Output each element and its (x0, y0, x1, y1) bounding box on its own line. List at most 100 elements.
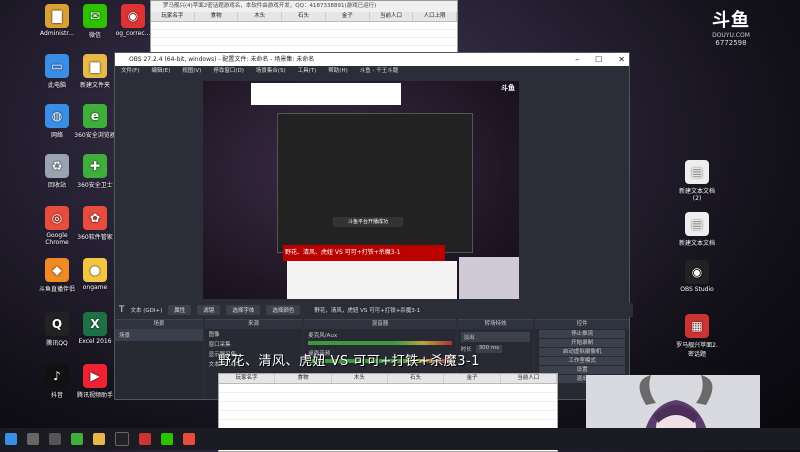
desktop-icon-label: OBS Studio (680, 286, 714, 293)
app-icon: ● (83, 258, 107, 282)
app-icon: ✚ (83, 154, 107, 178)
obs-title-bar: OBS 27.2.4 (64-bit, windows) - 配置文件: 未命名… (115, 53, 629, 66)
mixer-track-mic: 麦克风/Aux (304, 329, 455, 347)
transition-select[interactable]: 淡出 (460, 332, 531, 342)
obs-taskbar-icon[interactable] (115, 432, 129, 446)
browser-taskbar-icon[interactable] (71, 433, 83, 445)
menu-item[interactable]: 停靠窗口(D) (213, 66, 244, 77)
stats-column-headers: 玩家名字 食物 木头 石头 金子 当前人口 人口上限 (151, 12, 458, 22)
mixer-meter (308, 341, 452, 345)
control-button[interactable]: 启动虚拟摄像机 (539, 348, 625, 356)
app-icon: ▶ (83, 364, 107, 388)
obs-title-text: OBS 27.2.4 (64-bit, windows) - 配置文件: 未命名… (129, 56, 315, 63)
menu-item[interactable]: 编辑(E) (151, 66, 170, 77)
maximize-icon[interactable]: ☐ (595, 53, 602, 66)
desktop-icon-label: 新建文本文档 (2) (678, 188, 715, 202)
overlay-title-text: 野花、清风、虎妞 VS 可可+打铁+杀魔3-1 (218, 354, 480, 369)
app-icon: ▇ (45, 4, 69, 28)
app-icon: ✿ (83, 206, 107, 230)
minimize-icon[interactable]: – (575, 53, 579, 66)
control-button[interactable]: 工作室模式 (539, 357, 625, 365)
obs-window[interactable]: OBS 27.2.4 (64-bit, windows) - 配置文件: 未命名… (114, 52, 633, 400)
preview-title-strip: 野花、清风、虎妞 VS 可可+打铁+杀魔3-1 (283, 245, 445, 261)
left-icon-12[interactable]: ● ongame (72, 258, 118, 291)
douyu-logo-sub: DOUYU.COM (712, 32, 750, 39)
desktop-icon-label: 360软件管家 (77, 234, 113, 241)
app-icon: ▤ (685, 212, 709, 236)
control-button[interactable]: 停止推流 (539, 330, 625, 338)
app-icon: Q (45, 312, 69, 336)
preview-avatar (459, 257, 519, 299)
wechat-taskbar-icon[interactable] (161, 433, 173, 445)
sheet-column-headers: 玩家名字 食物 木头 石头 金子 当前人口 (219, 374, 557, 384)
right-icon-1[interactable]: ▤ 新建文本文档 (674, 212, 720, 247)
select-color-button[interactable]: 选择颜色 (266, 305, 301, 315)
menu-item[interactable]: 工具(T) (298, 66, 317, 77)
preview-nested-obs (277, 113, 473, 253)
app-icon: ▦ (685, 314, 709, 338)
menu-item[interactable]: 帮助(H) (328, 66, 347, 77)
chrome-taskbar-icon[interactable] (183, 433, 195, 445)
left-icon-16[interactable]: ▶ 腾讯视频助手 (72, 364, 118, 399)
control-button[interactable]: 开始录制 (539, 339, 625, 347)
scene-item[interactable]: 场景 (115, 329, 203, 341)
taskbar (0, 428, 800, 450)
app-icon: ◉ (685, 260, 709, 284)
column-header: 金子 (326, 12, 370, 21)
obs-preview[interactable]: 斗鱼平台开播成功 野花、清风、虎妞 VS 可可+打铁+杀魔3-1 斗鱼 (203, 81, 519, 299)
right-icon-2[interactable]: ◉ OBS Studio (674, 260, 720, 293)
column-header: 金子 (444, 374, 501, 383)
app-icon: ♻ (45, 154, 69, 178)
app-icon: ▤ (685, 160, 709, 184)
left-icon-4[interactable]: ▆ 新建文件夹 (72, 54, 118, 89)
column-header: 石头 (282, 12, 326, 21)
source-toolbar: T 文本 (GDI+) 属性 滤镜 选择字体 选择颜色 野花，清风，虎妞 VS … (115, 303, 633, 317)
left-icon-14[interactable]: X Excel 2016 (72, 312, 118, 345)
folder-taskbar-icon[interactable] (93, 433, 105, 445)
right-icon-3[interactable]: ▦ 罗马舰兴苹面2.密话题 (674, 314, 720, 358)
left-icon-10[interactable]: ✿ 360软件管家 (72, 206, 118, 241)
app-taskbar-icon[interactable] (139, 433, 151, 445)
column-header: 木头 (332, 374, 388, 383)
right-icon-0[interactable]: ▤ 新建文本文档 (2) (674, 160, 720, 202)
properties-button[interactable]: 属性 (168, 305, 192, 315)
app-icon: ▭ (45, 54, 69, 78)
douyu-logo: 斗鱼 DOUYU.COM 6772598 (700, 6, 762, 47)
column-header: 当前人口 (370, 12, 414, 21)
app-icon: ♪ (45, 364, 69, 388)
desktop-icon-label: 新建文件夹 (79, 82, 110, 89)
source-item[interactable]: 图像 (205, 329, 303, 339)
column-header: 人口上限 (413, 12, 458, 21)
source-name: 文本 (GDI+) (130, 308, 163, 314)
source-item[interactable]: 窗口采集 (205, 339, 303, 349)
task-view-icon[interactable] (49, 433, 61, 445)
controls-dock-header: 控件 (535, 320, 629, 329)
menu-item[interactable]: 视图(V) (182, 66, 201, 77)
mixer-track-label: 麦克风/Aux (308, 333, 338, 339)
menu-item[interactable]: 文件(F) (121, 66, 139, 77)
left-icon-8[interactable]: ✚ 360安全卫士 (72, 154, 118, 189)
stats-window-top[interactable]: 罗马舰兴(4)苹面2密话题游戏名，本软件由游戏开发，QQ：4187338891(… (150, 0, 458, 56)
app-icon: ◎ (45, 206, 69, 230)
source-text-value: 野花，清风，虎妞 VS 可可+打铁+杀魔3-1 (314, 308, 421, 314)
douyu-logo-text: 斗鱼 (712, 10, 750, 31)
menu-item[interactable]: 斗鱼 - 千王斗龍 (360, 66, 398, 77)
filters-button[interactable]: 滤镜 (197, 305, 221, 315)
scenes-dock-header: 场景 (115, 320, 203, 329)
app-icon: ◆ (45, 258, 69, 282)
select-font-button[interactable]: 选择字体 (226, 305, 261, 315)
column-header: 当前人口 (501, 374, 557, 383)
scenes-dock: 场景 场景 (115, 319, 203, 399)
preview-banner: 斗鱼平台开播成功 (333, 217, 403, 227)
column-header: 玩家名字 (151, 12, 195, 21)
desktop-icon-label: ongame (82, 284, 108, 291)
menu-item[interactable]: 场景集合(S) (256, 66, 286, 77)
desktop-icon-label: 新建文本文档 (678, 240, 715, 247)
app-icon: ◍ (45, 104, 69, 128)
left-icon-6[interactable]: e 360安全浏览器 (72, 104, 118, 139)
start-icon[interactable] (5, 433, 17, 445)
close-icon[interactable]: ✕ (618, 53, 625, 66)
sources-dock-header: 来源 (204, 320, 303, 329)
search-icon[interactable] (27, 433, 39, 445)
app-icon: ◉ (121, 4, 145, 28)
